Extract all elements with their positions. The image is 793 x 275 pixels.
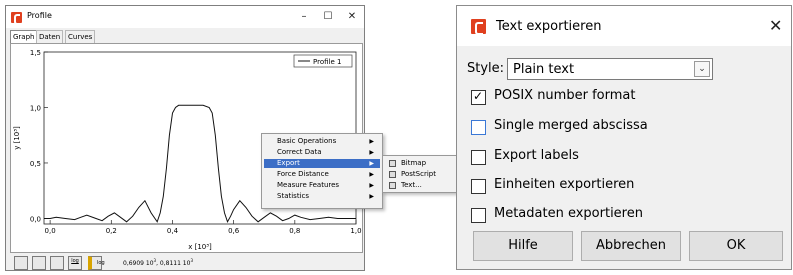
graph-area[interactable]: 0,0 0,2 0,4 0,6 0,8 1,0 0,0 0,5 1,0 1,5 Profile 1…	[10, 43, 460, 253]
app-icon	[11, 12, 22, 25]
export-submenu: Bitmap PostScript Text...	[382, 155, 460, 193]
label-einheiten-exportieren: Einheiten exportieren	[494, 177, 635, 192]
tab-curves[interactable]: Curves	[65, 30, 96, 43]
legend: Profile 1	[293, 54, 353, 68]
x-tick-label: 0,6	[228, 227, 240, 235]
style-select[interactable]: Plain text ⌄	[507, 58, 713, 80]
app-icon	[471, 19, 486, 35]
menu-item-statistics[interactable]: Statistics ▶	[264, 192, 380, 201]
menu-item-measure-features[interactable]: Measure Features ▶	[264, 181, 380, 190]
cancel-button[interactable]: Abbrechen	[581, 231, 681, 261]
checkbox-einheiten-exportieren[interactable]	[471, 179, 486, 194]
label-single-merged-abscissa: Single merged abscissa	[494, 118, 648, 133]
legend-label: Profile 1	[313, 58, 341, 66]
submenu-arrow-icon: ▶	[369, 182, 374, 189]
submenu-item-postscript[interactable]: PostScript	[385, 170, 457, 179]
submenu-arrow-icon: ▶	[369, 171, 374, 178]
y-tick-label: 1,0	[30, 104, 41, 112]
context-menu: Basic Operations ▶ Correct Data ▶ Export ▶ …	[261, 133, 383, 209]
log-y-button[interactable]: log	[88, 256, 105, 270]
style-label: Style:	[467, 61, 505, 76]
check-icon: ✓	[473, 89, 484, 103]
submenu-item-text[interactable]: Text...	[385, 181, 457, 190]
chevron-down-icon[interactable]: ⌄	[694, 61, 710, 77]
x-axis-label: x [10³]	[188, 243, 212, 251]
label-metadaten-exportieren: Metadaten exportieren	[494, 206, 643, 221]
maximize-button[interactable]: ☐	[320, 9, 336, 24]
x-tick-label: 0,0	[45, 227, 56, 235]
y-axis-label: y [10³]	[13, 126, 21, 150]
text-file-icon	[389, 182, 396, 189]
y-tick-label: 0,0	[30, 215, 41, 223]
ok-button[interactable]: OK	[689, 231, 783, 261]
menu-item-correct-data[interactable]: Correct Data ▶	[264, 148, 380, 157]
submenu-arrow-icon: ▶	[369, 160, 374, 167]
profile-window: Profile – ☐ ✕ Graph Daten Curves 0,0 0,2 0…	[5, 5, 460, 271]
x-tick-label: 0,4	[167, 227, 179, 235]
x-tick-label: 1,0	[350, 227, 361, 235]
dialog-title-bar: Text exportieren ✕	[457, 6, 791, 46]
window-title: Profile	[27, 11, 52, 20]
close-icon[interactable]: ✕	[769, 16, 782, 35]
checkbox-posix-number-format[interactable]: ✓	[471, 89, 486, 105]
menu-item-force-distance[interactable]: Force Distance ▶	[264, 170, 380, 179]
cursor-coordinates: 0,6909 103, 0,8111 103	[123, 258, 193, 267]
tab-graph[interactable]: Graph	[10, 30, 38, 43]
y-tick-label: 1,5	[30, 49, 41, 57]
checkbox-single-merged-abscissa[interactable]	[471, 120, 486, 135]
zoom-in-icon[interactable]	[32, 256, 46, 270]
x-tick-label: 0,2	[106, 227, 117, 235]
checkbox-metadaten-exportieren[interactable]	[471, 208, 486, 223]
menu-item-export[interactable]: Export ▶	[264, 159, 380, 168]
dialog-title: Text exportieren	[496, 19, 602, 34]
zoom-fit-icon[interactable]	[50, 256, 64, 270]
title-bar: Profile – ☐ ✕	[6, 6, 364, 28]
style-select-value: Plain text	[513, 62, 575, 77]
minimize-button[interactable]: –	[296, 9, 312, 24]
log-x-button[interactable]: log	[68, 256, 82, 270]
menu-item-basic-operations[interactable]: Basic Operations ▶	[264, 137, 380, 146]
label-posix-number-format: POSIX number format	[494, 88, 636, 103]
document-icon	[389, 171, 396, 178]
profile-tool-icon[interactable]	[14, 256, 28, 270]
submenu-arrow-icon: ▶	[369, 193, 374, 200]
help-button[interactable]: Hilfe	[473, 231, 573, 261]
y-tick-label: 0,5	[30, 160, 41, 168]
image-icon	[389, 160, 396, 167]
text-export-dialog: Text exportieren ✕ Style: Plain text ⌄ ✓…	[456, 5, 792, 270]
x-tick-label: 0,8	[289, 227, 300, 235]
submenu-item-bitmap[interactable]: Bitmap	[385, 159, 457, 168]
submenu-arrow-icon: ▶	[369, 149, 374, 156]
close-button[interactable]: ✕	[344, 9, 360, 24]
tab-daten[interactable]: Daten	[36, 30, 64, 43]
checkbox-export-labels[interactable]	[471, 150, 486, 165]
submenu-arrow-icon: ▶	[369, 138, 374, 145]
status-bar: log log 0,6909 103, 0,8111 103	[10, 255, 363, 271]
label-export-labels: Export labels	[494, 148, 579, 163]
